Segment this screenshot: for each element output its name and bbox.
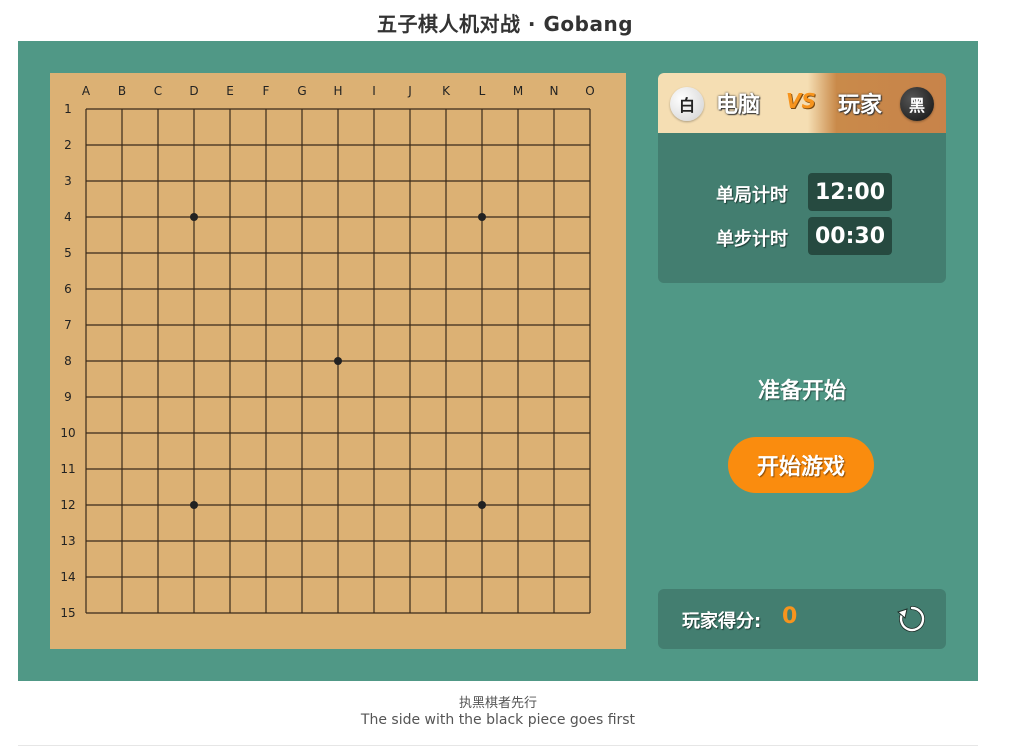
star-point xyxy=(478,213,486,221)
column-label: A xyxy=(82,84,91,98)
player-name: 玩家 xyxy=(838,93,883,118)
row-label: 5 xyxy=(64,246,72,260)
players-panel: 白 电脑 VS 玩家 黑 单局计时 12:00 单步计时 00:30 xyxy=(658,73,946,283)
computer-name: 电脑 xyxy=(716,93,761,118)
score-panel: 玩家得分: 0 xyxy=(658,589,946,649)
black-stone-icon: 黑 xyxy=(900,87,934,121)
score-value: 0 xyxy=(782,604,798,629)
column-label: I xyxy=(372,84,376,98)
step-timer-row: 单步计时 00:30 xyxy=(716,217,946,257)
row-label: 15 xyxy=(60,606,75,620)
row-label: 14 xyxy=(60,570,75,584)
vs-label: VS xyxy=(786,89,816,113)
score-label: 玩家得分: xyxy=(682,611,762,632)
column-label: M xyxy=(513,84,523,98)
column-label: K xyxy=(442,84,451,98)
star-point xyxy=(334,357,342,365)
board-grid[interactable]: A B C D E F G H I J K L M N O123456789101112131415 xyxy=(50,73,626,649)
white-stone-icon: 白 xyxy=(670,87,704,121)
page-title: 五子棋人机对战 · Gobang xyxy=(376,12,634,36)
game-timer-row: 单局计时 12:00 xyxy=(716,173,946,213)
game-timer-label: 单局计时 xyxy=(716,185,788,206)
players-bar: 白 电脑 VS 玩家 黑 xyxy=(658,73,946,133)
gobang-board[interactable]: A B C D E F G H I J K L M N O 1 2 3 4 5 6 7 8 9 10 11 12 13 14 15 xyxy=(50,73,626,649)
row-label: 3 xyxy=(64,174,72,188)
row-label: 13 xyxy=(60,534,75,548)
row-label: 7 xyxy=(64,318,72,332)
row-label: 12 xyxy=(60,498,75,512)
row-label: 8 xyxy=(64,354,72,368)
row-label: 11 xyxy=(60,462,75,476)
column-label: H xyxy=(333,84,342,98)
column-label: N xyxy=(550,84,559,98)
column-label: B xyxy=(118,84,126,98)
footer-divider xyxy=(18,745,978,746)
star-point xyxy=(478,501,486,509)
column-label: J xyxy=(407,84,412,98)
footer-note-cn: 执黑棋者先行 xyxy=(458,696,537,711)
row-label: 9 xyxy=(64,390,72,404)
restart-icon[interactable] xyxy=(896,603,928,635)
column-label: O xyxy=(585,84,594,98)
row-label: 6 xyxy=(64,282,72,296)
step-timer-value: 00:30 xyxy=(808,217,892,255)
row-label: 2 xyxy=(64,138,72,152)
row-label: 4 xyxy=(64,210,72,224)
column-label: E xyxy=(226,84,234,98)
footer-note-en: The side with the black piece goes first xyxy=(360,712,636,728)
column-label: F xyxy=(263,84,270,98)
column-label: G xyxy=(297,84,306,98)
game-timer-value: 12:00 xyxy=(808,173,892,211)
game-status: 准备开始 xyxy=(757,379,846,404)
step-timer-label: 单步计时 xyxy=(716,229,788,250)
star-point xyxy=(190,213,198,221)
column-label: D xyxy=(189,84,198,98)
column-label: L xyxy=(479,84,486,98)
row-label: 10 xyxy=(60,426,75,440)
star-point xyxy=(190,501,198,509)
start-game-button[interactable]: 开始游戏 xyxy=(728,437,874,493)
row-label: 1 xyxy=(64,102,72,116)
column-label: C xyxy=(154,84,162,98)
game-area: A B C D E F G H I J K L M N O 1 2 3 4 5 6 7 8 9 10 11 12 13 14 15 白 电… xyxy=(18,41,978,681)
